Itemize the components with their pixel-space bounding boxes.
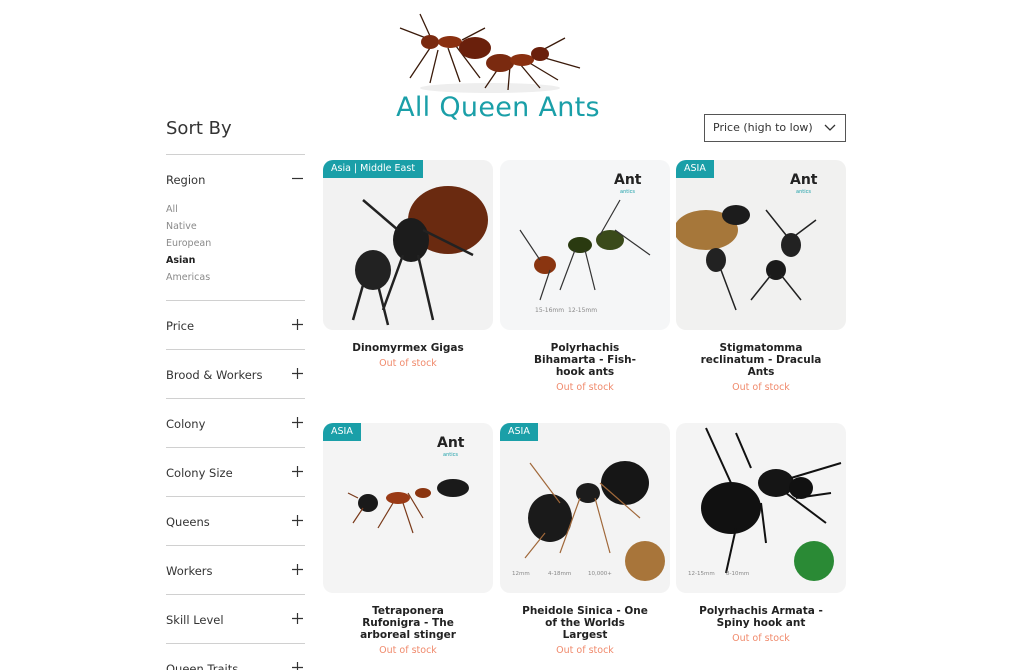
plus-icon [292, 466, 303, 477]
filter-region-label: Region [166, 173, 206, 187]
svg-text:10,000+: 10,000+ [588, 571, 612, 577]
product-card[interactable]: Asia | Middle East Dinomyrmex Gigas Out … [323, 160, 493, 369]
stock-status: Out of stock [556, 382, 614, 393]
svg-text:15-16mm: 15-16mm [535, 307, 564, 314]
sort-select-value: Price (high to low) [713, 121, 813, 134]
sort-by-heading: Sort By [166, 118, 232, 139]
ant-photo: 12-15mm 8-10mm [688, 427, 842, 581]
chevron-down-icon [824, 124, 836, 131]
svg-text:4-18mm: 4-18mm [548, 571, 571, 577]
product-name[interactable]: Stigmatomma reclinatum - Dracula Ants [676, 342, 846, 378]
region-badge: ASIA [676, 160, 714, 178]
product-image[interactable]: 12-15mm 8-10mm [676, 423, 846, 593]
svg-text:antics: antics [620, 189, 635, 195]
filter-workers-label: Workers [166, 564, 213, 578]
filter-colony-toggle[interactable]: Colony [166, 399, 305, 447]
filter-workers-toggle[interactable]: Workers [166, 546, 305, 594]
product-image[interactable]: ASIA Ant antics [323, 423, 493, 593]
svg-text:antics: antics [796, 189, 811, 195]
filter-brood-workers-toggle[interactable]: Brood & Workers [166, 350, 305, 398]
filter-queens-toggle[interactable]: Queens [166, 497, 305, 545]
filter-queens-label: Queens [166, 515, 210, 529]
product-card[interactable]: 15-16mm 12-15mm Ant antics Polyrhachis B… [500, 160, 670, 393]
filter-skill-level-toggle[interactable]: Skill Level [166, 595, 305, 643]
svg-text:antics: antics [443, 452, 458, 458]
region-option-all[interactable]: All [166, 201, 305, 218]
ant-antics-logo: Ant antics [437, 435, 465, 458]
filter-brood-workers-label: Brood & Workers [166, 368, 263, 382]
region-badge: ASIA [323, 423, 361, 441]
plus-icon [292, 417, 303, 428]
product-image[interactable]: Asia | Middle East [323, 160, 493, 330]
product-name[interactable]: Pheidole Sinica - One of the Worlds Larg… [500, 605, 670, 641]
plus-icon [292, 319, 303, 330]
plus-icon [292, 662, 303, 670]
filter-colony-size-toggle[interactable]: Colony Size [166, 448, 305, 496]
ant-antics-logo: Ant antics [614, 172, 642, 195]
product-card[interactable]: 12mm 4-18mm 10,000+ ASIA Pheidole Sinica… [500, 423, 670, 656]
filter-queen-traits-toggle[interactable]: Queen Traits [166, 644, 305, 670]
product-name[interactable]: Polyrhachis Armata - Spiny hook ant [676, 605, 846, 629]
filter-sidebar: Region All Native European Asian America… [166, 154, 305, 670]
region-badge: Asia | Middle East [323, 160, 424, 178]
hero-ants-image [399, 13, 581, 93]
region-option-americas[interactable]: Americas [166, 269, 305, 286]
ant-antics-logo: Ant antics [790, 172, 818, 195]
region-badge: ASIA [500, 423, 538, 441]
svg-text:Ant: Ant [614, 172, 642, 188]
svg-text:12-15mm: 12-15mm [688, 571, 715, 577]
region-option-native[interactable]: Native [166, 218, 305, 235]
product-name[interactable]: Polyrhachis Bihamarta - Fish-hook ants [500, 342, 670, 378]
stock-status: Out of stock [379, 358, 437, 369]
filter-colony-size-label: Colony Size [166, 466, 233, 480]
product-card[interactable]: ASIA Ant antics Tetraponera Rufonigra - … [323, 423, 493, 656]
region-option-european[interactable]: European [166, 235, 305, 252]
product-image[interactable]: 12mm 4-18mm 10,000+ ASIA [500, 423, 670, 593]
sort-select[interactable]: Price (high to low) [704, 114, 846, 142]
product-card[interactable]: 12-15mm 8-10mm Polyrhachis Armata - Spin… [676, 423, 846, 644]
svg-text:Ant: Ant [437, 435, 465, 451]
stock-status: Out of stock [732, 633, 790, 644]
product-image[interactable]: ASIA Ant antics [676, 160, 846, 330]
product-name[interactable]: Tetraponera Rufonigra - The arboreal sti… [323, 605, 493, 641]
stock-status: Out of stock [556, 645, 614, 656]
page-title: All Queen Ants [396, 92, 600, 123]
plus-icon [292, 515, 303, 526]
region-options: All Native European Asian Americas [166, 201, 305, 300]
svg-text:Ant: Ant [790, 172, 818, 188]
ant-photo: 12mm 4-18mm 10,000+ [512, 461, 665, 581]
filter-price-toggle[interactable]: Price [166, 301, 305, 349]
svg-text:8-10mm: 8-10mm [726, 571, 749, 577]
svg-text:12mm: 12mm [512, 571, 530, 577]
plus-icon [292, 613, 303, 624]
product-name[interactable]: Dinomyrmex Gigas [323, 342, 493, 354]
product-card[interactable]: ASIA Ant antics Stigmatomma reclinatum -… [676, 160, 846, 393]
region-option-asian[interactable]: Asian [166, 252, 305, 269]
filter-price-label: Price [166, 319, 195, 333]
minus-icon [292, 177, 303, 180]
stock-status: Out of stock [379, 645, 437, 656]
filter-colony-label: Colony [166, 417, 206, 431]
product-image[interactable]: 15-16mm 12-15mm Ant antics [500, 160, 670, 330]
ant-photo [351, 186, 488, 326]
filter-region-toggle[interactable]: Region [166, 155, 305, 203]
plus-icon [292, 564, 303, 575]
plus-icon [292, 368, 303, 379]
filter-skill-level-label: Skill Level [166, 613, 224, 627]
svg-text:12-15mm: 12-15mm [568, 307, 597, 314]
filter-queen-traits-label: Queen Traits [166, 662, 239, 670]
stock-status: Out of stock [732, 382, 790, 393]
